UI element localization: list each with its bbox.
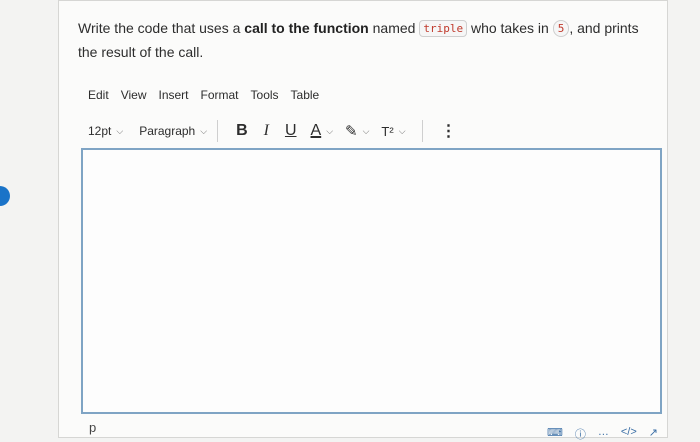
bold-button[interactable]: B [236, 122, 248, 140]
menu-insert[interactable]: Insert [158, 88, 188, 108]
superscript-button[interactable]: T² ⌵ [381, 124, 405, 139]
highlight-icon: ✎ [345, 123, 358, 140]
question-marker [0, 186, 10, 206]
font-size-value: 12pt [88, 124, 112, 138]
superscript-icon: T² [381, 123, 394, 139]
editor-menubar: Edit View Insert Format Tools Table [88, 88, 319, 108]
question-text-part3: who takes in [467, 20, 553, 36]
question-text: Write the code that uses a call to the f… [78, 16, 648, 64]
highlight-color-button[interactable]: ✎ ⌵ [345, 122, 369, 140]
fullscreen-icon[interactable]: ↗ [649, 426, 658, 442]
question-text-bold: call to the function [244, 20, 369, 36]
menu-tools[interactable]: Tools [251, 88, 279, 108]
html-editor-icon[interactable]: </> [621, 426, 637, 442]
more-options-icon[interactable]: ⋮ [441, 121, 457, 141]
block-format-select[interactable]: Paragraph ⌵ [139, 124, 207, 138]
menu-format[interactable]: Format [201, 88, 239, 108]
chevron-down-icon: ⌵ [200, 125, 208, 136]
chevron-down-icon: ⌵ [362, 125, 370, 136]
chevron-down-icon: ⌵ [326, 125, 334, 136]
argument-code: 5 [552, 20, 570, 37]
function-name-code: triple [419, 20, 468, 37]
italic-button[interactable]: I [264, 122, 269, 140]
text-color-icon: A [310, 122, 322, 139]
question-text-part2: named [368, 20, 420, 36]
accessibility-icon[interactable]: ⓘ [575, 426, 586, 442]
element-path: p [89, 420, 97, 435]
rich-text-editor[interactable] [81, 148, 662, 414]
word-count-icon[interactable]: … [598, 426, 609, 442]
menu-view[interactable]: View [121, 88, 147, 108]
editor-toolbar: 12pt ⌵ Paragraph ⌵ B I U A ⌵ ✎ ⌵ T² ⌵ ⋮ [88, 119, 465, 143]
toolbar-divider [421, 120, 423, 142]
statusbar-icons: ⌨ ⓘ … </> ↗ [547, 426, 658, 442]
text-color-button[interactable]: A ⌵ [311, 122, 334, 140]
underline-button[interactable]: U [285, 122, 297, 140]
chevron-down-icon: ⌵ [398, 125, 406, 136]
editor-content[interactable] [83, 150, 660, 412]
menu-table[interactable]: Table [291, 88, 320, 108]
question-text-part1: Write the code that uses a [78, 20, 245, 36]
block-format-value: Paragraph [139, 124, 196, 138]
chevron-down-icon: ⌵ [116, 125, 124, 136]
font-size-select[interactable]: 12pt ⌵ [88, 124, 123, 138]
menu-edit[interactable]: Edit [88, 88, 109, 108]
toolbar-divider [217, 120, 219, 142]
keyboard-icon[interactable]: ⌨ [547, 426, 563, 442]
